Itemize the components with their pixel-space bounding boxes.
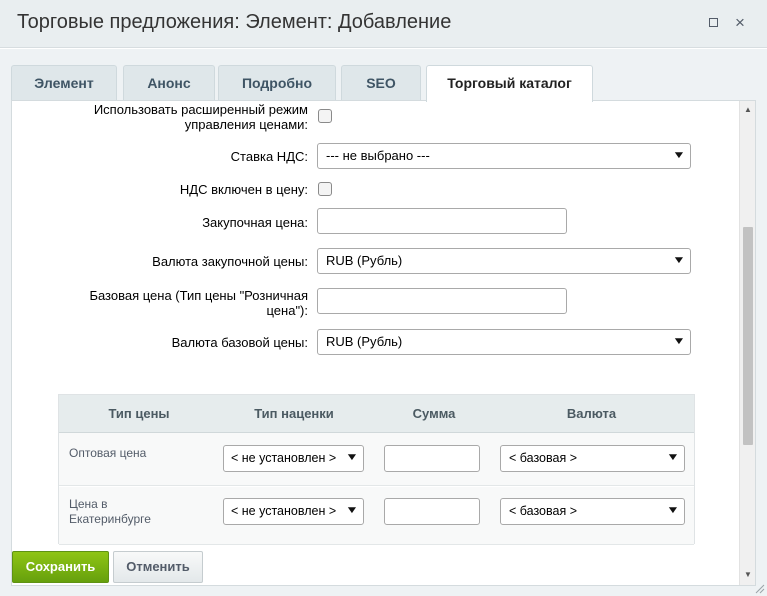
resize-grip-icon[interactable] bbox=[753, 582, 765, 594]
markup-type-value: < не установлен > bbox=[231, 451, 337, 465]
vat-included-label: НДС включен в цену: bbox=[179, 182, 308, 197]
base-price-label-line1: Базовая цена (Тип цены "Розничная bbox=[89, 288, 308, 303]
chevron-down-icon: ▼ bbox=[672, 150, 686, 161]
extended-price-mode-label-line1: Использовать расширенный режим bbox=[93, 102, 308, 117]
tab-panel: Использовать расширенный режим управлени… bbox=[11, 100, 756, 586]
column-header-currency: Валюта bbox=[566, 406, 617, 421]
purchase-currency-label: Валюта закупочной цены: bbox=[152, 254, 308, 269]
cancel-button[interactable]: Отменить bbox=[113, 551, 203, 583]
scroll-up-icon[interactable]: ▲ bbox=[740, 102, 755, 118]
vat-rate-select[interactable]: --- не выбрано --- ▼ bbox=[317, 143, 691, 169]
markup-type-select[interactable]: < не установлен > ▼ bbox=[223, 445, 364, 472]
price-type-name-line1: Цена в bbox=[69, 497, 108, 511]
extended-price-mode-label-line2: управления ценами: bbox=[184, 117, 308, 132]
purchase-price-input[interactable] bbox=[317, 208, 567, 234]
base-currency-select[interactable]: RUB (Рубль) ▼ bbox=[317, 329, 691, 355]
tab-seo[interactable]: SEO bbox=[341, 65, 421, 101]
purchase-price-label: Закупочная цена: bbox=[202, 215, 308, 230]
price-type-name: Оптовая цена bbox=[69, 446, 146, 461]
chevron-down-icon: ▼ bbox=[672, 336, 686, 347]
base-currency-value: RUB (Рубль) bbox=[326, 334, 403, 349]
base-price-input[interactable] bbox=[317, 288, 567, 314]
dialog-titlebar: Торговые предложения: Элемент: Добавлени… bbox=[0, 0, 767, 48]
base-price-label-line2: цена"): bbox=[266, 303, 309, 318]
tab-element[interactable]: Элемент bbox=[11, 65, 117, 101]
purchase-currency-select[interactable]: RUB (Рубль) ▼ bbox=[317, 248, 691, 274]
currency-value: < базовая > bbox=[509, 504, 577, 518]
close-icon[interactable]: × bbox=[731, 14, 749, 32]
column-header-markup-type: Тип наценки bbox=[254, 406, 334, 421]
chevron-down-icon: ▼ bbox=[666, 505, 680, 516]
base-currency-label: Валюта базовой цены: bbox=[171, 335, 308, 350]
price-type-name-line1: Оптовая цена bbox=[69, 446, 147, 460]
scrollbar-thumb[interactable] bbox=[743, 227, 753, 445]
price-types-table: Тип цены Тип наценки Сумма Валюта Оптова… bbox=[58, 394, 695, 545]
vertical-scrollbar[interactable]: ▲ ▼ bbox=[739, 101, 755, 585]
column-header-price-type: Тип цены bbox=[108, 406, 170, 421]
currency-select[interactable]: < базовая > ▼ bbox=[500, 445, 685, 472]
chevron-down-icon: ▼ bbox=[345, 452, 359, 463]
price-type-name-line2: Екатеринбурге bbox=[69, 512, 151, 526]
table-row: Цена в Екатеринбурге < не установлен > ▼… bbox=[59, 487, 694, 545]
sum-input[interactable] bbox=[384, 445, 480, 472]
sum-input[interactable] bbox=[384, 498, 480, 525]
purchase-currency-value: RUB (Рубль) bbox=[326, 253, 403, 268]
table-row: Оптовая цена < не установлен > ▼ < базов… bbox=[59, 433, 694, 486]
extended-price-mode-label: Использовать расширенный режим управлени… bbox=[38, 102, 308, 132]
currency-value: < базовая > bbox=[509, 451, 577, 465]
chevron-down-icon: ▼ bbox=[345, 505, 359, 516]
dialog-title: Торговые предложения: Элемент: Добавлени… bbox=[17, 11, 452, 33]
save-button[interactable]: Сохранить bbox=[12, 551, 109, 583]
scroll-down-icon[interactable]: ▼ bbox=[740, 567, 755, 583]
chevron-down-icon: ▼ bbox=[666, 452, 680, 463]
markup-type-select[interactable]: < не установлен > ▼ bbox=[223, 498, 364, 525]
tab-anons[interactable]: Анонс bbox=[123, 65, 215, 101]
tab-trade-catalog[interactable]: Торговый каталог bbox=[426, 65, 593, 102]
vat-rate-label: Ставка НДС: bbox=[230, 149, 308, 164]
markup-type-value: < не установлен > bbox=[231, 504, 337, 518]
tab-details[interactable]: Подробно bbox=[218, 65, 336, 101]
base-price-label: Базовая цена (Тип цены "Розничная цена")… bbox=[38, 288, 308, 318]
currency-select[interactable]: < базовая > ▼ bbox=[500, 498, 685, 525]
chevron-down-icon: ▼ bbox=[672, 255, 686, 266]
maximize-icon[interactable] bbox=[704, 14, 722, 32]
extended-price-mode-checkbox[interactable] bbox=[318, 109, 332, 123]
price-type-name: Цена в Екатеринбурге bbox=[69, 497, 151, 527]
table-header: Тип цены Тип наценки Сумма Валюта bbox=[59, 395, 694, 433]
vat-included-checkbox[interactable] bbox=[318, 182, 332, 196]
vat-rate-value: --- не выбрано --- bbox=[326, 148, 430, 163]
dialog-body: Элемент Анонс Подробно SEO Торговый ката… bbox=[0, 49, 767, 596]
column-header-sum: Сумма bbox=[412, 406, 456, 421]
